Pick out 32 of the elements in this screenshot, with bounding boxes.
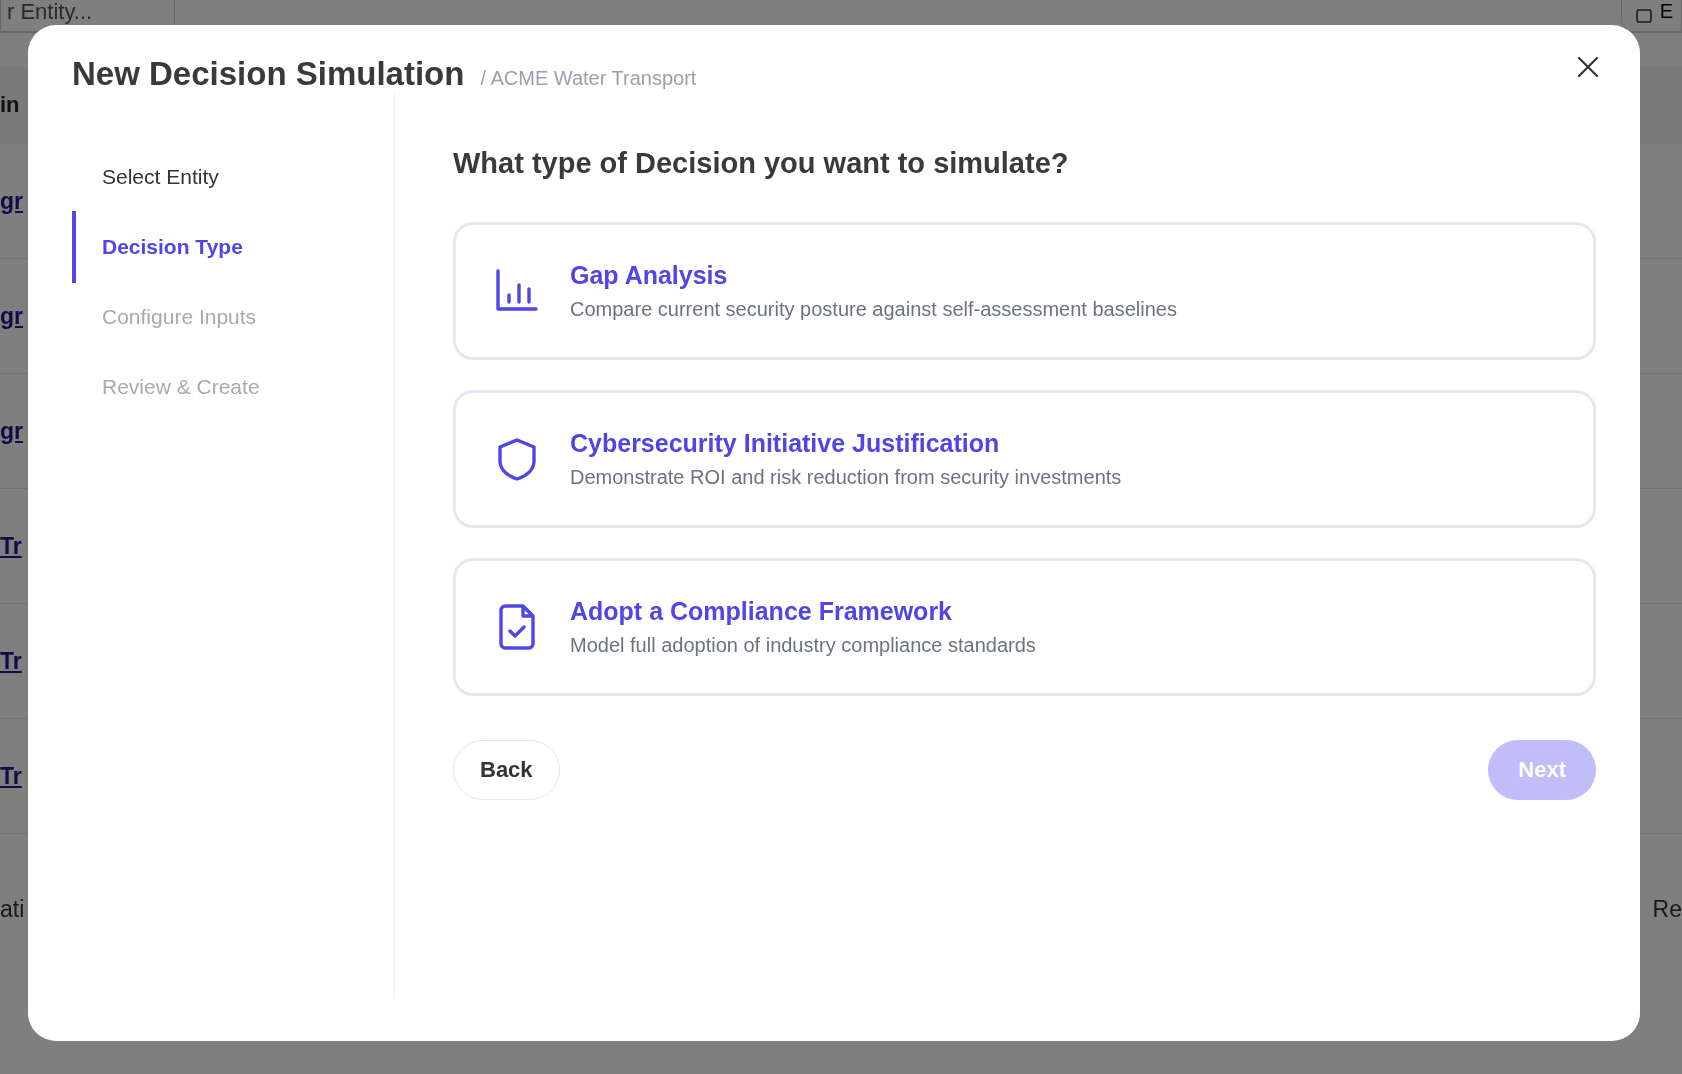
- footer-text: ati: [0, 895, 25, 923]
- option-title: Cybersecurity Initiative Justification: [570, 429, 1001, 458]
- option-description: Model full adoption of industry compliance standards: [570, 634, 1036, 657]
- bar-chart-icon: [496, 269, 538, 313]
- box-icon: [1635, 9, 1652, 23]
- step-item[interactable]: Review & Create: [72, 351, 394, 423]
- option-description: Compare current security posture against self-assessment baselines: [570, 298, 1177, 321]
- option-title: Gap Analysis: [570, 261, 729, 290]
- footer-text: Re: [1652, 895, 1682, 923]
- question-heading: What type of Decision you want to simulate?: [453, 147, 1070, 180]
- option-title: Adopt a Compliance Framework: [570, 597, 954, 626]
- table-link[interactable]: Tr: [0, 762, 22, 790]
- shield-icon: [496, 437, 538, 481]
- option-card[interactable]: Gap Analysis Compare current security posture against self-assessment baselines: [453, 222, 1596, 360]
- table-link[interactable]: gr: [0, 417, 23, 445]
- step-item[interactable]: Select Entity: [72, 141, 394, 213]
- dialog-subtitle: / ACME Water Transport: [480, 67, 697, 90]
- table-link[interactable]: gr: [0, 302, 23, 330]
- table-link[interactable]: gr: [0, 187, 23, 215]
- dialog-title: New Decision Simulation: [72, 55, 465, 93]
- table-link[interactable]: Tr: [0, 647, 22, 675]
- step-item[interactable]: Decision Type: [72, 211, 394, 283]
- table-link[interactable]: Tr: [0, 532, 22, 560]
- back-button[interactable]: Back: [453, 740, 560, 800]
- step-item[interactable]: Configure Inputs: [72, 281, 394, 353]
- document-check-icon: [496, 603, 538, 651]
- column-header: in: [0, 92, 20, 118]
- option-card[interactable]: Cybersecurity Initiative Justification Demonstrate ROI and risk reduction from security investments: [453, 390, 1596, 528]
- export-button[interactable]: E: [1620, 0, 1682, 32]
- option-card[interactable]: Adopt a Compliance Framework Model full adoption of industry compliance standards: [453, 558, 1596, 696]
- close-icon: [1576, 55, 1600, 79]
- option-description: Demonstrate ROI and risk reduction from security investments: [570, 466, 1122, 489]
